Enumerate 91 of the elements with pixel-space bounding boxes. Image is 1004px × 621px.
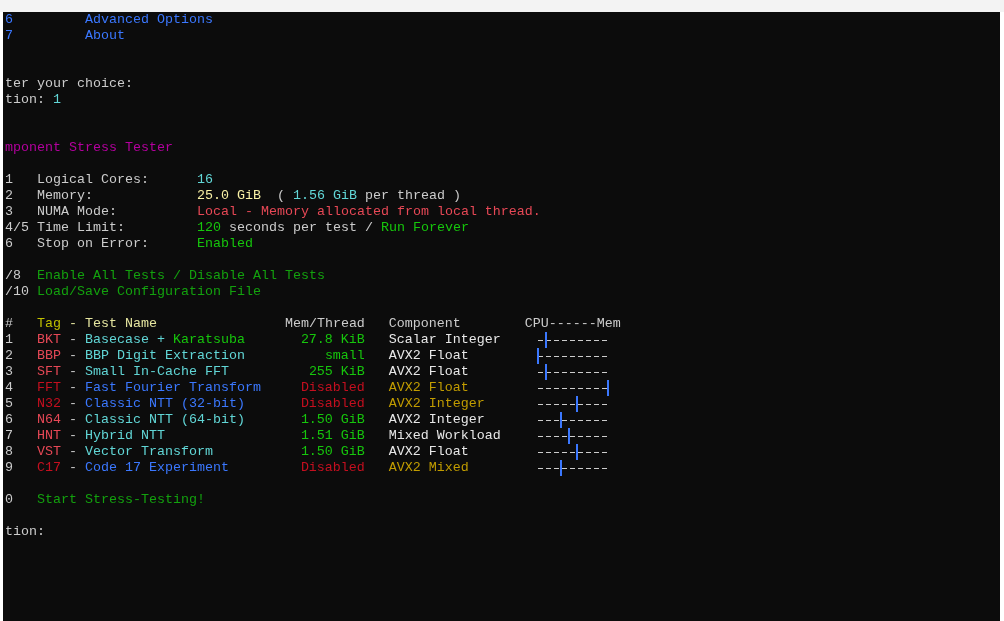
row-number: 4 (5, 380, 14, 396)
prompt-text: ter your choice: (5, 76, 133, 92)
setting-number: 3 (5, 204, 14, 220)
setting-number: 6 (5, 236, 14, 252)
separator-text: - (68, 380, 78, 396)
test-name: Vector Transform (84, 444, 214, 460)
row-number: 6 (5, 412, 14, 428)
separator-text: - (68, 428, 78, 444)
column-header: Component (388, 316, 462, 332)
test-tag: BKT (37, 332, 69, 348)
column-header: Mem/Thread (283, 316, 365, 332)
setting-number: 4/5 (5, 220, 30, 236)
test-tag: N64 (37, 412, 69, 428)
setting-label: NUMA Mode: (37, 204, 118, 220)
setting-value: Enabled (196, 236, 254, 252)
start-number: 0 (5, 492, 14, 508)
mem-per-thread: Disabled (299, 460, 365, 476)
setting-value: 25.0 GiB ( 1.56 GiB per thread ) (196, 188, 462, 204)
setting-value: 16 (196, 172, 214, 188)
row-number: 1 (5, 332, 14, 348)
column-header: Test Name (84, 316, 158, 332)
option-prompt: tion: (5, 524, 45, 540)
mem-per-thread: small (323, 348, 365, 364)
test-tag: C17 (37, 460, 69, 476)
app-title: mponent Stress Tester (5, 140, 173, 156)
test-tag: BBP (37, 348, 69, 364)
row-number: 7 (5, 428, 14, 444)
component-type: AVX2 Float (388, 364, 470, 380)
row-number: 3 (5, 364, 14, 380)
setting-value: Local - Memory allocated from local thread. (196, 204, 542, 220)
test-name: Classic NTT (32-bit) (84, 396, 246, 412)
separator-text: - (68, 460, 78, 476)
component-type: AVX2 Mixed (388, 460, 470, 476)
option-value: 1 (53, 92, 61, 108)
component-type: AVX2 Float (388, 348, 470, 364)
mem-per-thread: Disabled (299, 396, 365, 412)
component-type: AVX2 Float (388, 380, 470, 396)
component-type: AVX2 Integer (388, 412, 486, 428)
row-number: 8 (5, 444, 14, 460)
separator-text: - (68, 444, 78, 460)
separator-text: - (68, 364, 78, 380)
test-tag: N32 (37, 396, 69, 412)
action-label: Enable All Tests / Disable All Tests (37, 268, 326, 284)
row-number: 5 (5, 396, 14, 412)
component-type: Scalar Integer (388, 332, 502, 348)
test-name: Code 17 Experiment (84, 460, 230, 476)
setting-label: Stop on Error: (37, 236, 150, 252)
separator-text: - (68, 412, 78, 428)
setting-label: Memory: (37, 188, 94, 204)
row-number: 9 (5, 460, 14, 476)
start-label: Start Stress-Testing! (37, 492, 206, 508)
setting-label: Logical Cores: (37, 172, 150, 188)
test-tag: SFT (37, 364, 69, 380)
option-prompt: tion: (5, 92, 46, 108)
column-header: # (5, 316, 14, 332)
setting-value: 120 seconds per test / Run Forever (196, 220, 470, 236)
mem-per-thread: 1.50 GiB (299, 412, 365, 428)
separator-text: - (68, 396, 78, 412)
menu-item-label: About (84, 28, 126, 44)
test-name: BBP Digit Extraction (84, 348, 246, 364)
test-name: Small In-Cache FFT (84, 364, 230, 380)
setting-label: Time Limit: (37, 220, 126, 236)
setting-number: 1 (5, 172, 14, 188)
component-type: Mixed Workload (388, 428, 502, 444)
test-name: Basecase + Karatsuba (84, 332, 246, 348)
test-tag: VST (37, 444, 69, 460)
action-number: /10 (5, 284, 30, 300)
menu-item-label: Advanced Options (84, 12, 214, 28)
mem-per-thread: Disabled (299, 380, 365, 396)
component-type: AVX2 Float (388, 444, 470, 460)
component-type: AVX2 Integer (388, 396, 486, 412)
menu-number: 6 (5, 12, 14, 28)
mem-per-thread: 1.50 GiB (299, 444, 365, 460)
test-tag: HNT (37, 428, 69, 444)
mem-per-thread: 255 KiB (307, 364, 365, 380)
mem-per-thread: 1.51 GiB (299, 428, 365, 444)
menu-number: 7 (5, 28, 14, 44)
column-header: Tag (37, 316, 62, 332)
column-header: - (68, 316, 78, 332)
row-number: 2 (5, 348, 14, 364)
test-name: Fast Fourier Transform (84, 380, 262, 396)
setting-number: 2 (5, 188, 14, 204)
test-name: Classic NTT (64-bit) (84, 412, 246, 428)
test-name: Hybrid NTT (84, 428, 166, 444)
separator-text: - (68, 332, 78, 348)
mem-per-thread: 27.8 KiB (299, 332, 365, 348)
separator-text: - (68, 348, 78, 364)
column-header: CPU------Mem (524, 316, 621, 332)
action-label: Load/Save Configuration File (37, 284, 262, 300)
action-number: /8 (5, 268, 22, 284)
test-tag: FFT (37, 380, 69, 396)
